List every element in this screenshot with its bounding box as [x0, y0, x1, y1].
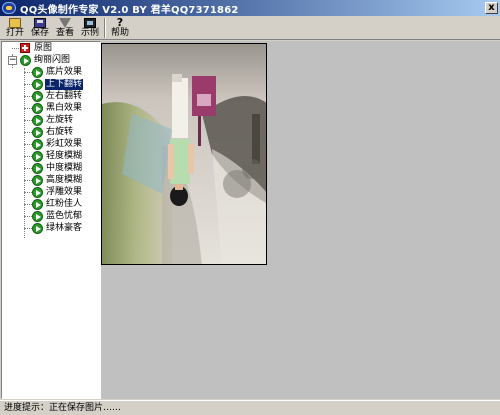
tree-item-label: 上下翻转: [45, 79, 84, 90]
tree-item-effect[interactable]: 上下翻转: [2, 79, 100, 90]
toolbar-separator: [104, 18, 106, 38]
tree-item-label: 浮雕效果: [46, 187, 83, 197]
effect-icon: [32, 115, 43, 126]
effect-icon: [32, 163, 43, 174]
help-button-label: 帮助: [110, 28, 129, 38]
tree-item-effect[interactable]: 左右翻转: [2, 91, 100, 102]
app-window: QQ头像制作专家 V2.0 BY 君羊QQ7371862 x 打开 保存 查看 …: [0, 0, 500, 415]
effect-icon: [32, 67, 43, 78]
tree-item-effect[interactable]: 浮雕效果: [2, 187, 100, 198]
image-workspace: [101, 41, 500, 399]
tree-item-effect[interactable]: 黑白效果: [2, 103, 100, 114]
tree-item-label: 底片效果: [46, 67, 83, 77]
tree-item-effect[interactable]: 彩虹效果: [2, 139, 100, 150]
effect-icon: [32, 79, 43, 90]
close-button[interactable]: x: [485, 2, 498, 14]
tree-item-effects-group[interactable]: − 绚丽闪图: [2, 55, 100, 66]
funnel-icon: [59, 18, 71, 28]
tree-connector: [24, 168, 32, 169]
tree-item-label: 黑白效果: [46, 103, 83, 113]
tree-item-label: 左旋转: [46, 115, 74, 125]
sample-button-label: 示例: [80, 28, 99, 38]
tree-item-original[interactable]: 原图: [2, 43, 100, 54]
status-text: 进度提示：正在保存图片……: [4, 403, 122, 413]
tree-item-effect[interactable]: 左旋转: [2, 115, 100, 126]
tree-item-label: 绚丽闪图: [34, 55, 71, 65]
tree-item-effect[interactable]: 绿林豪客: [2, 223, 100, 234]
original-image-icon: [20, 43, 30, 53]
tree-connector: [24, 192, 32, 193]
tree-connector: [24, 84, 32, 85]
tree-item-effect[interactable]: 右旋转: [2, 127, 100, 138]
tree-connector: [24, 228, 32, 229]
tree-connector: [24, 216, 32, 217]
effect-icon: [32, 223, 43, 234]
effect-icon: [32, 211, 43, 222]
preview-image: [101, 43, 267, 265]
effect-icon: [32, 175, 43, 186]
tree-connector: [24, 132, 32, 133]
help-icon: ?: [116, 16, 124, 29]
tree-item-label: 彩虹效果: [46, 139, 83, 149]
title-bar[interactable]: QQ头像制作专家 V2.0 BY 君羊QQ7371862 x: [0, 0, 500, 16]
tree-item-label: 右旋转: [46, 127, 74, 137]
tree-connector: [24, 204, 32, 205]
window-title: QQ头像制作专家 V2.0 BY 君羊QQ7371862: [20, 5, 239, 16]
view-button[interactable]: 查看: [53, 17, 77, 39]
view-button-label: 查看: [55, 28, 74, 38]
tree-item-effect[interactable]: 轻度模糊: [2, 151, 100, 162]
effect-icon: [32, 91, 43, 102]
folder-icon: [9, 18, 21, 28]
open-button-label: 打开: [5, 28, 24, 38]
tree-connector: [24, 144, 32, 145]
tree-item-effect[interactable]: 高度模糊: [2, 175, 100, 186]
tree-connector: [24, 96, 32, 97]
tree-item-label: 红粉佳人: [46, 199, 83, 209]
effects-tree[interactable]: 原图 − 绚丽闪图 底片效果上下翻转 左右翻转黑白效果左旋转右旋转彩虹效果轻度模糊…: [1, 41, 101, 399]
floppy-icon: [34, 18, 46, 28]
effect-icon: [32, 139, 43, 150]
sample-button[interactable]: 示例: [78, 17, 102, 39]
tree-item-label: 轻度模糊: [46, 151, 83, 161]
tree-item-label: 左右翻转: [46, 91, 83, 101]
help-button[interactable]: ? 帮助: [108, 17, 132, 39]
save-button[interactable]: 保存: [28, 17, 52, 39]
effects-group-icon: [20, 55, 31, 66]
effect-icon: [32, 199, 43, 210]
tree-item-label: 原图: [34, 43, 53, 53]
effect-icon: [32, 103, 43, 114]
effect-icon: [32, 187, 43, 198]
film-icon: [84, 18, 96, 28]
tree-item-label: 绿林豪客: [46, 223, 83, 233]
tree-item-label: 高度模糊: [46, 175, 83, 185]
save-button-label: 保存: [30, 28, 49, 38]
tree-item-label: 中度模糊: [46, 163, 83, 173]
tree-item-effect[interactable]: 蓝色忧郁: [2, 211, 100, 222]
tree-item-effect[interactable]: 红粉佳人: [2, 199, 100, 210]
tree-connector: [24, 72, 32, 73]
collapse-toggle[interactable]: −: [8, 56, 17, 65]
tree-connector: [24, 120, 32, 121]
tree-connector: [24, 108, 32, 109]
app-icon: [2, 2, 16, 14]
tree-item-effect[interactable]: 中度模糊: [2, 163, 100, 174]
tree-connector: [24, 156, 32, 157]
tree-connector: [24, 180, 32, 181]
status-bar: 进度提示：正在保存图片……: [0, 400, 500, 415]
flipped-photo: [102, 44, 266, 264]
tree-item-effect[interactable]: 底片效果: [2, 67, 100, 78]
tree-item-label: 蓝色忧郁: [46, 211, 83, 221]
effect-icon: [32, 127, 43, 138]
open-button[interactable]: 打开: [3, 17, 27, 39]
effect-icon: [32, 151, 43, 162]
toolbar: 打开 保存 查看 示例 ? 帮助: [0, 16, 500, 40]
